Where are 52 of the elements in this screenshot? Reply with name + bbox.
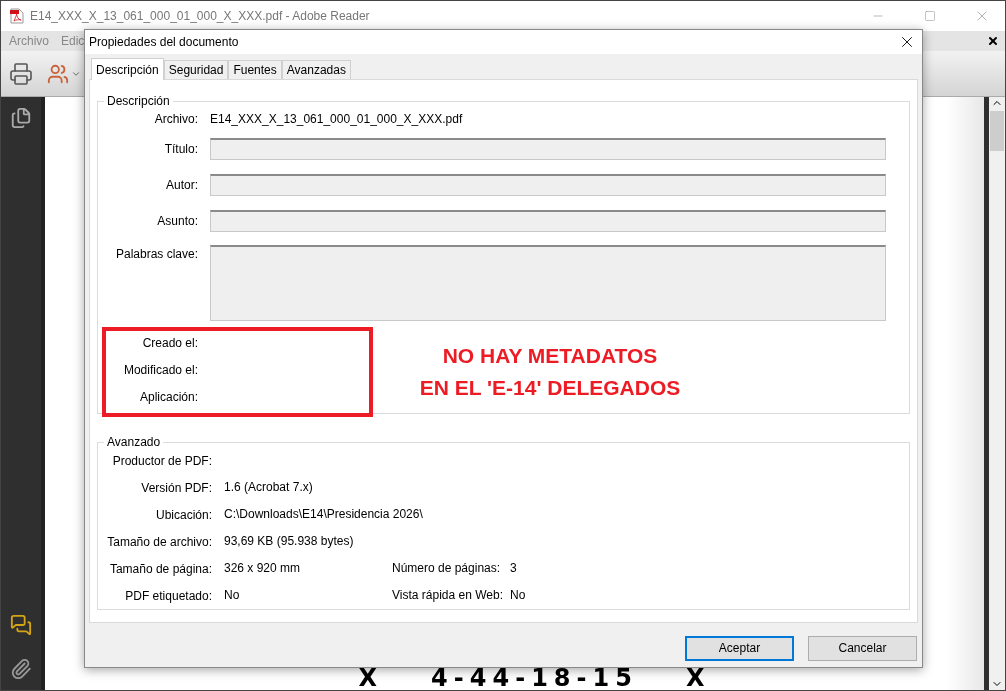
- property-label: Ubicación:: [154, 507, 213, 522]
- scrollbar-thumb[interactable]: [990, 111, 1004, 151]
- cancel-button[interactable]: Cancelar: [808, 635, 917, 661]
- property-label: Productor de PDF:: [111, 453, 213, 468]
- annotation-text: EN EL 'E-14' DELEGADOS: [419, 376, 681, 400]
- tab[interactable]: Fuentes: [228, 60, 282, 79]
- field-label: Archivo:: [154, 112, 198, 126]
- property-value: 93,69 KB (95.938 bytes): [224, 533, 355, 550]
- field-label: Asunto:: [156, 214, 198, 228]
- pdf-file-icon: [10, 8, 24, 24]
- field-label: Creado el:: [142, 335, 198, 350]
- printer-icon[interactable]: [9, 61, 33, 86]
- tab[interactable]: Avanzadas: [281, 60, 351, 79]
- property-value: 326 x 920 mm: [224, 560, 302, 577]
- field-label: Modificado el:: [123, 362, 198, 377]
- text-field[interactable]: [210, 138, 886, 160]
- text-field[interactable]: [210, 210, 886, 232]
- property-label: Vista rápida en Web:: [392, 587, 504, 604]
- property-label: Número de páginas:: [392, 560, 502, 577]
- ok-button[interactable]: Aceptar: [685, 635, 794, 661]
- property-label: Tamaño de página:: [108, 561, 213, 576]
- field-label: Título:: [163, 142, 198, 156]
- paperclip-icon[interactable]: [10, 658, 32, 680]
- field-label: Palabras clave:: [114, 247, 198, 261]
- group-legend: Avanzado: [104, 435, 164, 449]
- document-text: X: [358, 666, 384, 690]
- comments-icon[interactable]: [10, 614, 32, 636]
- dialog-title: Propiedades del documento: [89, 35, 240, 49]
- field-label: Aplicación:: [139, 389, 198, 404]
- group-legend: Descripción: [104, 94, 173, 108]
- tab[interactable]: Seguridad: [163, 60, 229, 79]
- tab[interactable]: Descripción: [91, 58, 164, 80]
- annotation-text: NO HAY METADATOS: [442, 344, 658, 368]
- maximize-icon: [924, 10, 936, 22]
- property-label: Tamaño de archivo:: [106, 534, 213, 549]
- close-icon[interactable]: [987, 35, 999, 47]
- property-value: 1.6 (Acrobat 7.x): [224, 479, 314, 496]
- property-value: 3: [510, 560, 518, 577]
- window-title: E14_XXX_X_13_061_000_01_000_X_XXX.pdf - Adobe Reader: [30, 9, 371, 23]
- text-field[interactable]: [210, 174, 886, 196]
- field-label: Autor:: [165, 178, 198, 192]
- users-document-icon[interactable]: [47, 62, 81, 85]
- file-name: E14_XXX_X_13_061_000_01_000_X_XXX.pdf: [210, 112, 463, 126]
- keywords-field[interactable]: [210, 245, 886, 321]
- property-label: Versión PDF:: [140, 480, 213, 495]
- pages-icon[interactable]: [10, 107, 32, 129]
- property-value: C:\Downloads\E14\Presidencia 2026\: [224, 506, 424, 523]
- property-value: No: [510, 587, 527, 604]
- property-value: No: [224, 587, 241, 604]
- document-text: 4-44-18-15: [431, 666, 638, 690]
- property-label: PDF etiquetado:: [124, 588, 213, 603]
- document-text: X: [685, 666, 711, 690]
